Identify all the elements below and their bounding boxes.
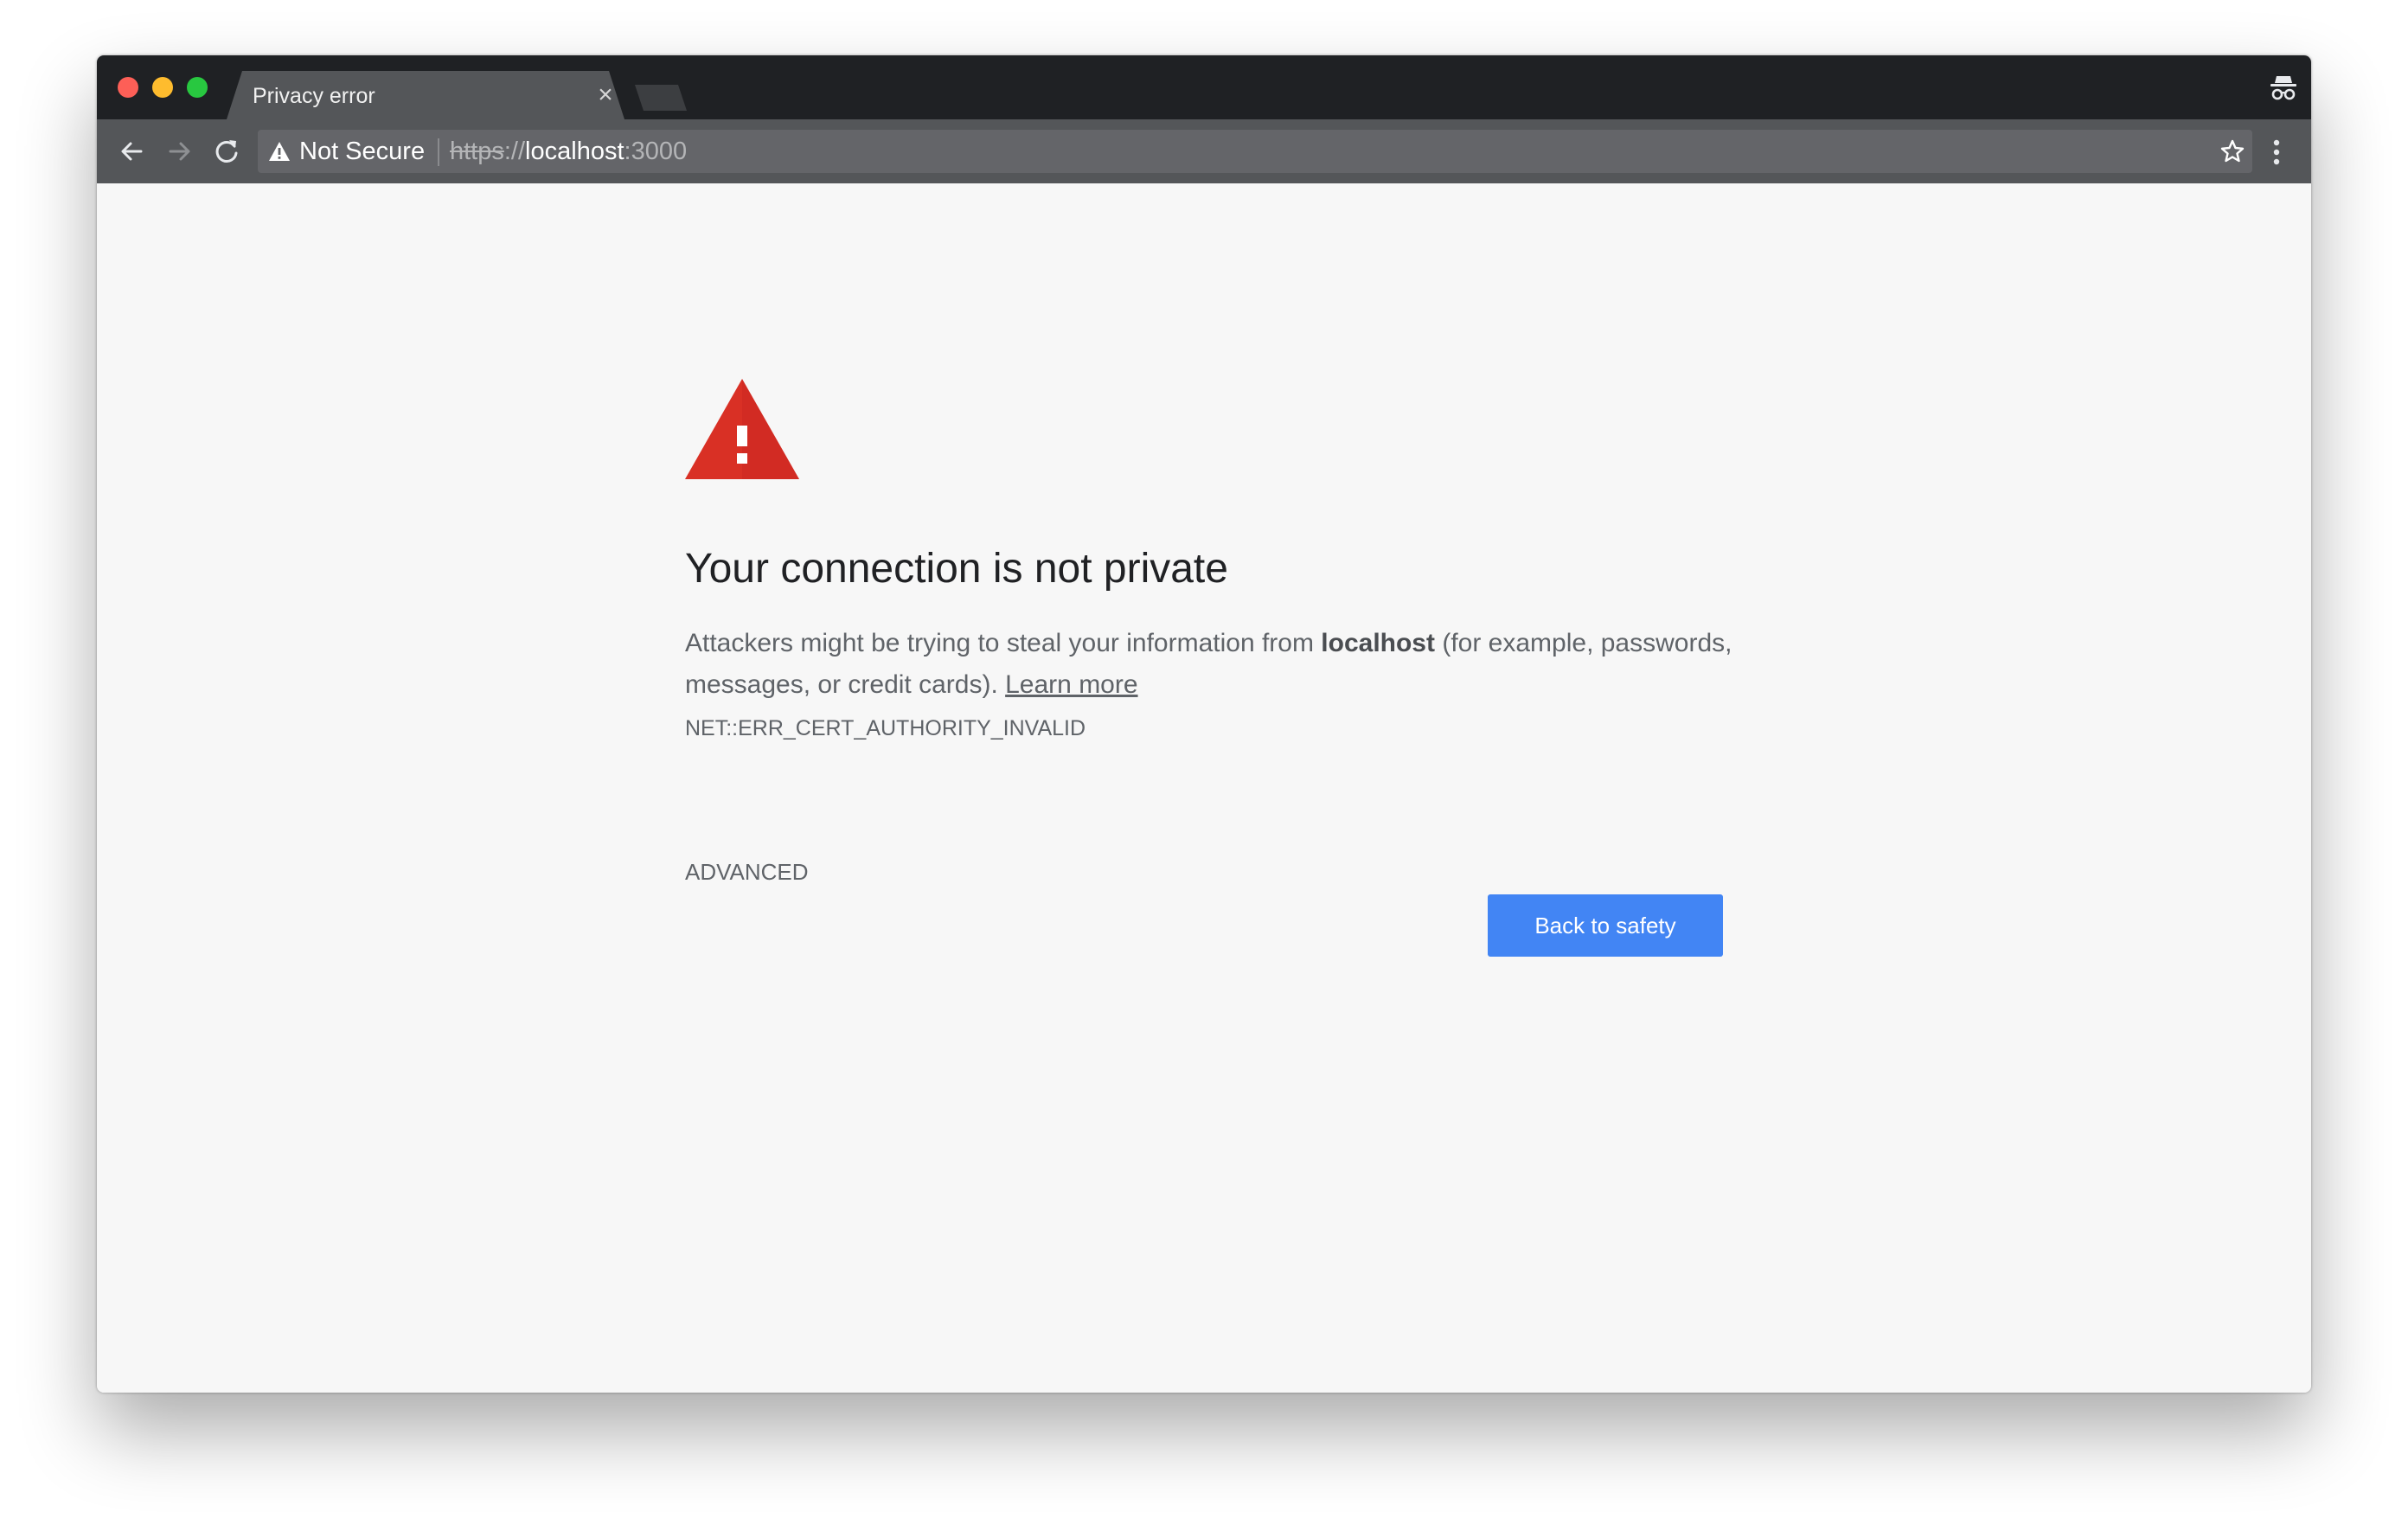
omnibox-divider (438, 138, 439, 166)
url-port: :3000 (624, 138, 688, 165)
star-icon[interactable] (2219, 138, 2245, 164)
error-code: NET::ERR_CERT_AUTHORITY_INVALID (685, 716, 1086, 740)
back-arrow-icon[interactable] (114, 134, 149, 169)
error-warning-icon (685, 379, 799, 479)
tab-close-icon[interactable]: × (592, 81, 619, 109)
advanced-button[interactable]: ADVANCED (685, 855, 809, 889)
page-title: Your connection is not private (685, 546, 1228, 592)
url-scheme: https (450, 138, 504, 165)
incognito-icon (2268, 73, 2299, 104)
tab-title: Privacy error (253, 84, 375, 108)
new-tab-button[interactable] (635, 85, 687, 111)
more-vert-icon[interactable] (2270, 135, 2283, 170)
back-to-safety-button[interactable]: Back to safety (1488, 894, 1723, 957)
intro-text: Attackers might be trying to steal your … (685, 629, 1322, 657)
url-host: localhost (525, 138, 624, 165)
explanation-text: Attackers might be trying to steal your … (685, 623, 1758, 706)
reload-icon[interactable] (209, 134, 244, 169)
url-separator: :// (503, 138, 526, 165)
learn-more-link[interactable]: Learn more (1005, 670, 1137, 699)
warning-icon (268, 141, 291, 162)
window-minimize-button[interactable] (152, 77, 173, 98)
window-zoom-button[interactable] (187, 77, 208, 98)
tab-strip: Privacy error × (97, 55, 2311, 119)
forward-arrow-icon[interactable] (163, 134, 197, 169)
address-bar[interactable]: Not Secure https://localhost:3000 (258, 130, 2252, 173)
security-chip-label[interactable]: Not Secure (299, 136, 425, 167)
browser-window: Privacy error × Not Secure https://local… (97, 55, 2311, 1393)
url-text[interactable]: https://localhost:3000 (450, 136, 687, 167)
browser-toolbar: Not Secure https://localhost:3000 (97, 119, 2311, 183)
window-close-button[interactable] (118, 77, 138, 98)
site-name: localhost (1321, 629, 1435, 657)
interstitial-page: Your connection is not private Attackers… (97, 183, 2311, 1393)
